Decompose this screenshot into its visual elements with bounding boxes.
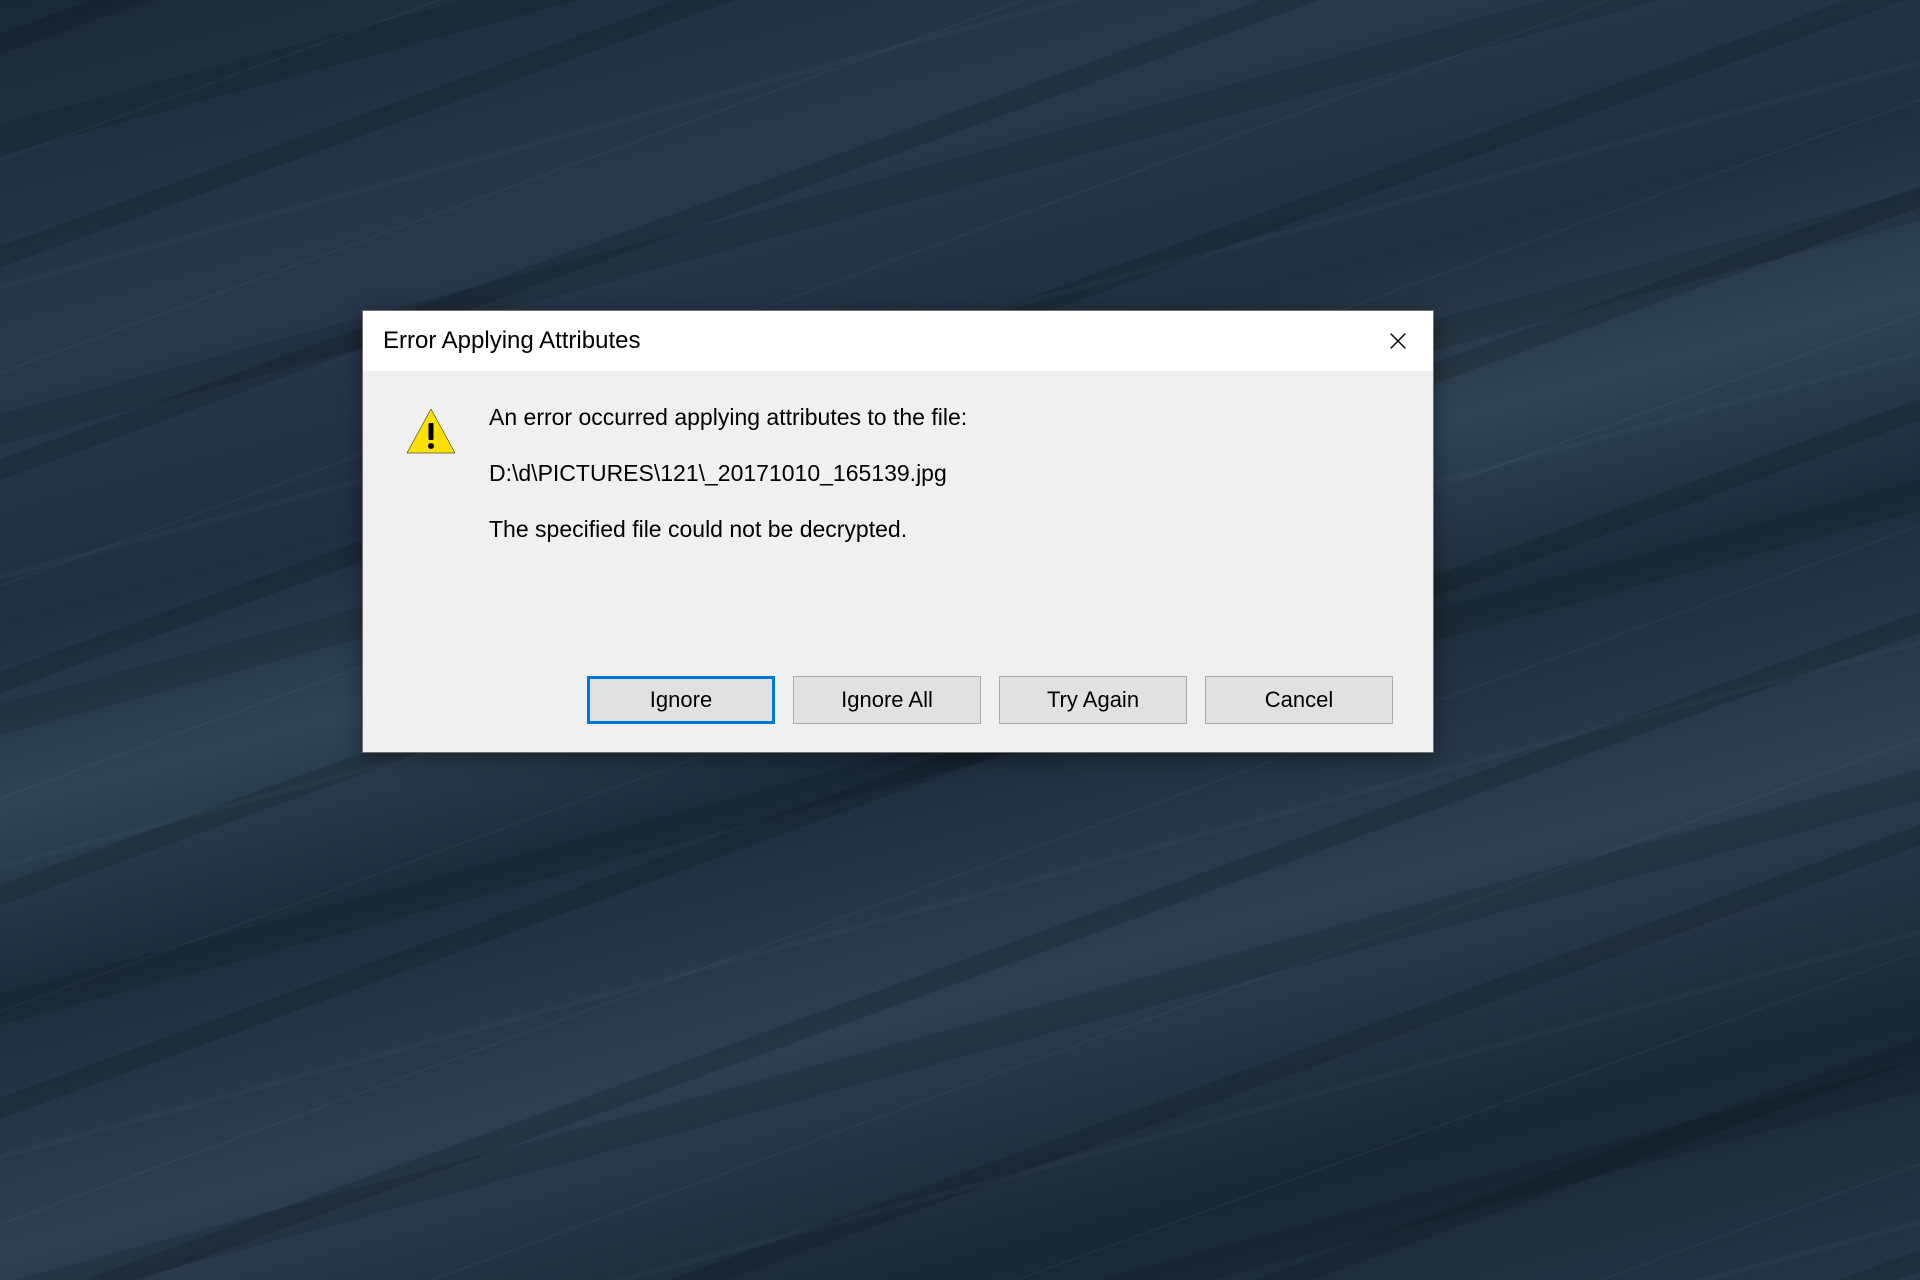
- error-dialog: Error Applying Attributes An error occur…: [362, 310, 1434, 753]
- cancel-button[interactable]: Cancel: [1205, 676, 1393, 724]
- error-detail: The specified file could not be decrypte…: [489, 513, 1393, 545]
- try-again-button[interactable]: Try Again: [999, 676, 1187, 724]
- ignore-all-button[interactable]: Ignore All: [793, 676, 981, 724]
- ignore-button[interactable]: Ignore: [587, 676, 775, 724]
- dialog-title: Error Applying Attributes: [383, 327, 640, 355]
- message-row: An error occurred applying attributes to…: [403, 401, 1393, 546]
- close-icon: [1387, 330, 1409, 352]
- dialog-titlebar[interactable]: Error Applying Attributes: [363, 311, 1433, 371]
- close-button[interactable]: [1363, 311, 1433, 371]
- warning-icon: [403, 405, 459, 461]
- file-path: D:\d\PICTURES\121\_20171010_165139.jpg: [489, 457, 1393, 489]
- error-description: An error occurred applying attributes to…: [489, 401, 1393, 433]
- button-row: Ignore Ignore All Try Again Cancel: [363, 576, 1433, 752]
- message-text: An error occurred applying attributes to…: [489, 401, 1393, 546]
- dialog-content: An error occurred applying attributes to…: [363, 371, 1433, 576]
